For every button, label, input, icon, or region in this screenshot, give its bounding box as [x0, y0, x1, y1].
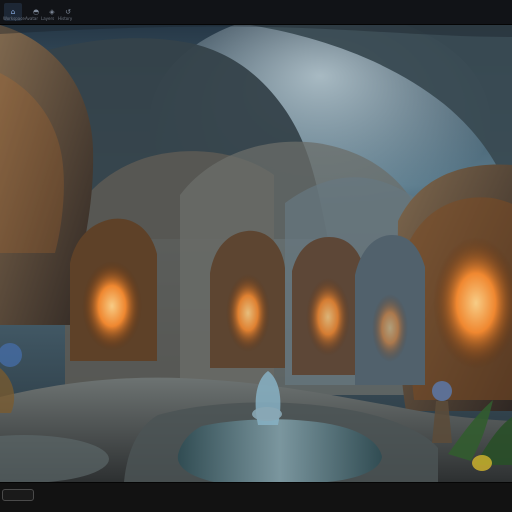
layers-icon: ◈: [49, 7, 55, 16]
main-image: [0, 25, 512, 482]
right-plant-fruit: [472, 455, 492, 471]
avatar-label: Avatar: [25, 16, 38, 21]
workspace-label: Workspace: [3, 16, 25, 21]
center-right-arch-light: [306, 278, 350, 356]
center-left-arch-light: [226, 274, 270, 352]
layers-label: Layers: [41, 16, 55, 21]
ui-frame: ⌂ Workspace ◓ Avatar ◈ Layers ↺ History: [0, 0, 512, 512]
right-orb-lamp: [432, 381, 452, 401]
status-chip[interactable]: [2, 489, 34, 501]
user-icon: ◓: [32, 7, 40, 16]
home-icon: ⌂: [10, 7, 16, 16]
top-toolbar: ⌂ Workspace ◓ Avatar ◈ Layers ↺ History: [0, 0, 512, 25]
fountain-bowl: [252, 407, 282, 421]
right-side-arch-light: [372, 294, 408, 362]
history-icon: ↺: [65, 7, 71, 16]
left-arch-light: [82, 261, 142, 351]
bottom-status-bar: [0, 482, 512, 512]
fantasy-scene: [0, 25, 512, 482]
history-label: History: [58, 16, 73, 21]
